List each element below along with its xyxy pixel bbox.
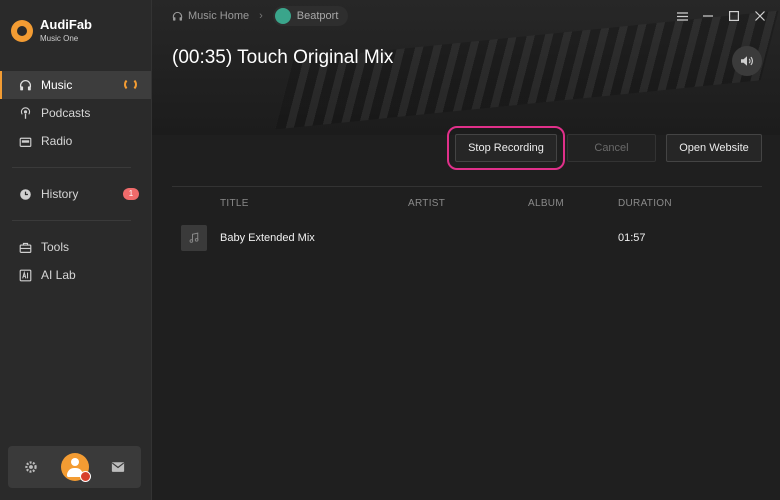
sidebar-item-radio[interactable]: Radio [0,127,151,155]
sidebar: AudiFab Music One Music Podcasts Radio H… [0,0,152,500]
breadcrumb: Music Home › Beatport [172,6,349,26]
sidebar-item-label: Tools [41,240,70,254]
speaker-icon [740,55,754,67]
beatport-logo-icon [274,8,291,24]
sidebar-divider [12,167,131,168]
brand-subtitle: Music One [40,34,79,44]
audifab-logo-icon [11,20,33,42]
column-header-duration[interactable]: DURATION [618,198,718,209]
settings-gear-icon[interactable] [24,460,38,474]
sidebar-item-label: History [41,187,79,201]
breadcrumb-current[interactable]: Beatport [272,6,349,26]
track-duration: 01:57 [618,232,646,244]
minimize-icon[interactable] [700,8,716,24]
top-bar: Music Home › Beatport [152,0,780,32]
sidebar-item-label: Podcasts [41,106,91,120]
sidebar-item-label: Radio [41,134,73,148]
account-status-icon [79,471,91,482]
brand: AudiFab Music One [0,0,151,48]
track-table: TITLE ARTIST ALBUM DURATION Baby Extende… [172,186,762,255]
stop-recording-button[interactable]: Stop Recording [447,126,565,170]
window-controls [674,8,768,24]
sidebar-nav: Music Podcasts Radio History 1 Tools AI … [0,71,151,289]
music-note-icon [181,225,207,251]
loading-spinner-icon [124,78,137,91]
headphones-icon [18,78,32,92]
brand-name: AudiFab [40,16,92,32]
sidebar-item-podcasts[interactable]: Podcasts [0,99,151,127]
open-website-button[interactable]: Open Website [666,134,762,162]
cancel-button[interactable]: Cancel [567,134,656,162]
column-header-artist[interactable]: ARTIST [408,198,528,209]
sidebar-divider [12,220,131,221]
maximize-icon[interactable] [726,8,742,24]
history-count-badge: 1 [123,188,139,200]
brand-text: AudiFab Music One [40,16,92,44]
table-header: TITLE ARTIST ALBUM DURATION [172,186,762,220]
main-panel: Music Home › Beatport (00:35) Touch Orig… [152,0,780,500]
breadcrumb-home-link[interactable]: Music Home [188,10,249,22]
sidebar-item-ai-lab[interactable]: AI Lab [0,261,151,289]
radio-icon [18,134,32,148]
page-title: (00:35) Touch Original Mix [172,47,394,68]
sidebar-item-history[interactable]: History 1 [0,180,151,208]
mail-icon[interactable] [111,461,125,473]
headphones-icon [172,11,183,22]
toolbox-icon [18,240,32,254]
track-title: Baby Extended Mix [220,232,315,244]
chevron-right-icon: › [259,10,263,22]
column-header-title[interactable]: TITLE [172,198,408,209]
clock-icon [18,187,32,201]
menu-icon[interactable] [674,8,690,24]
ai-icon [18,268,32,282]
app-window: AudiFab Music One Music Podcasts Radio H… [0,0,780,500]
action-buttons: Stop Recording Cancel Open Website [447,126,762,170]
sidebar-item-label: Music [41,78,73,92]
sidebar-item-label: AI Lab [41,268,76,282]
column-header-album[interactable]: ALBUM [528,198,618,209]
podcast-icon [18,106,32,120]
volume-button[interactable] [732,46,762,76]
sidebar-bottom-bar [8,446,141,488]
close-icon[interactable] [752,8,768,24]
sidebar-item-music[interactable]: Music [0,71,151,99]
table-row[interactable]: Baby Extended Mix 01:57 [172,221,762,255]
sidebar-item-tools[interactable]: Tools [0,233,151,261]
breadcrumb-current-label: Beatport [296,10,339,22]
avatar[interactable] [60,453,91,482]
